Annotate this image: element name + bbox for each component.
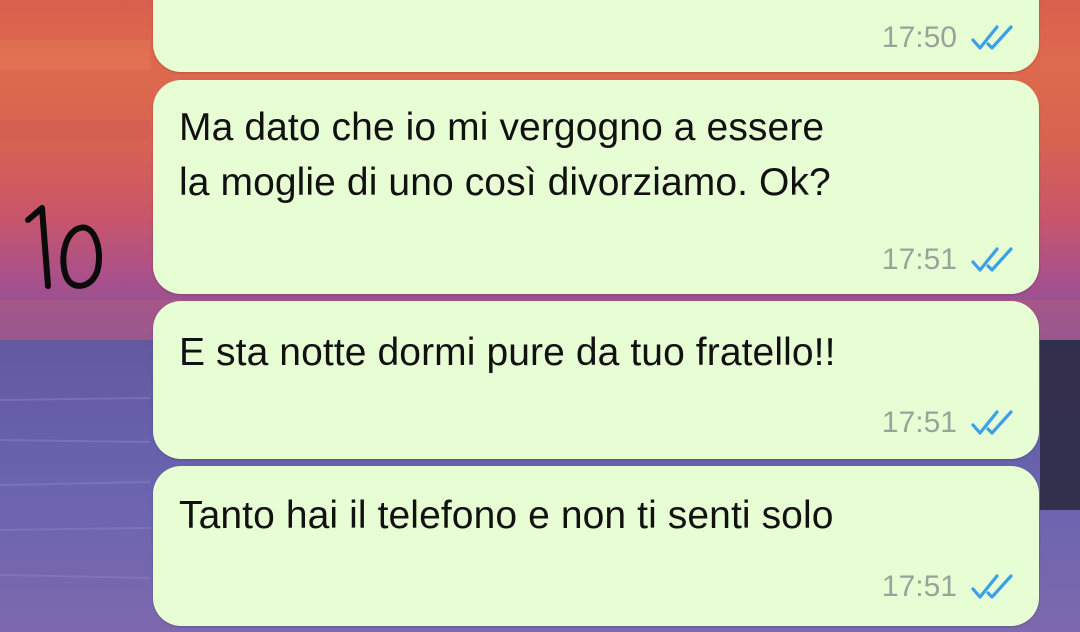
message-bubble[interactable]: E sta notte dormi pure da tuo fratello!!…	[153, 301, 1039, 459]
message-meta: 17:50	[882, 18, 1015, 58]
message-bubble[interactable]: Ma dato che io mi vergogno a essere la m…	[153, 80, 1039, 294]
handwritten-10-drawing	[25, 205, 102, 289]
message-time: 17:51	[881, 570, 957, 603]
double-check-read-icon	[971, 574, 1013, 599]
message-time: 17:51	[881, 243, 957, 276]
double-check-read-icon	[971, 410, 1013, 435]
message-time: 17:51	[881, 406, 957, 439]
message-text: Ma dato che io mi vergogno a essere la m…	[179, 106, 831, 204]
message-time: 17:50	[881, 21, 957, 54]
message-bubble[interactable]: Tanto hai il telefono e non ti senti sol…	[153, 466, 1039, 626]
message-bubble[interactable]: 17:50	[153, 0, 1039, 72]
message-text: E sta notte dormi pure da tuo fratello!!	[179, 331, 836, 374]
message-meta: 17:51	[882, 240, 1015, 280]
message-text: Tanto hai il telefono e non ti senti sol…	[179, 494, 834, 537]
handwritten-number	[18, 198, 108, 298]
message-meta: 17:51	[882, 403, 1015, 443]
double-check-read-icon	[971, 247, 1013, 272]
message-meta: 17:51	[882, 567, 1015, 607]
double-check-read-icon	[971, 25, 1013, 50]
